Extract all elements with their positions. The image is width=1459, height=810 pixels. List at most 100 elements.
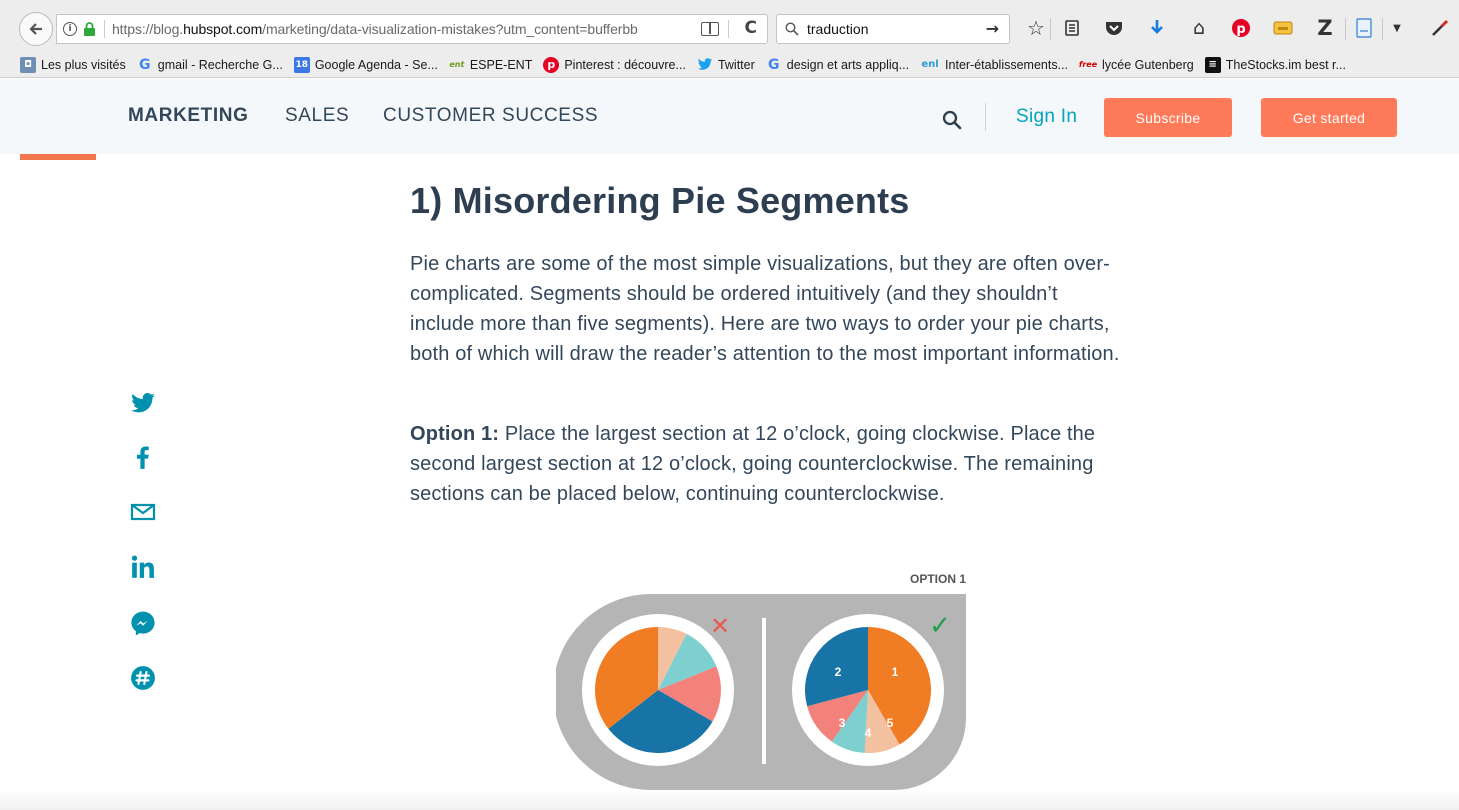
folder-icon: ◘ — [20, 56, 36, 73]
eyedropper-icon[interactable] — [1428, 14, 1452, 42]
bookmark-label: TheStocks.im best r... — [1225, 57, 1346, 72]
segment-label-3: 3 — [839, 716, 846, 730]
google-icon: G — [139, 56, 151, 73]
bookmark-star-icon[interactable]: ☆ — [1024, 14, 1048, 42]
url-bar[interactable]: i https://blog.hubspot.com/marketing/dat… — [56, 14, 768, 44]
site-navigation: MARKETING SALES CUSTOMER SUCCESS — [0, 79, 1459, 154]
nav-marketing[interactable]: MARKETING — [128, 105, 248, 127]
nav-divider — [985, 103, 986, 131]
pinterest-icon: p — [543, 56, 560, 73]
facebook-icon — [136, 446, 149, 469]
bookmark-item[interactable]: ◘ Les plus visités — [20, 56, 126, 73]
wrong-mark-icon: ✕ — [710, 612, 730, 640]
linkedin-share-button[interactable] — [130, 554, 156, 580]
get-started-button[interactable]: Get started — [1261, 98, 1397, 137]
messenger-icon — [131, 611, 155, 636]
option-caption: OPTION 1 — [910, 572, 966, 586]
article-heading: 1) Misordering Pie Segments — [410, 180, 910, 221]
google-icon: G — [768, 56, 780, 73]
email-icon — [130, 503, 156, 521]
bookmark-item[interactable]: ≡ TheStocks.im best r... — [1204, 56, 1346, 73]
subscribe-button[interactable]: Subscribe — [1104, 98, 1232, 137]
bookmark-item[interactable]: ent ESPE-ENT — [449, 57, 533, 73]
site-search-icon[interactable] — [941, 109, 963, 131]
reload-icon[interactable]: C — [745, 18, 757, 38]
bookmark-item[interactable]: enl Inter-établissements... — [920, 57, 1068, 73]
magnifier-icon — [785, 22, 799, 36]
url-text[interactable]: https://blog.hubspot.com/marketing/data-… — [112, 21, 682, 37]
bookmark-label: Les plus visités — [41, 57, 126, 72]
enl-icon: enl — [921, 59, 939, 70]
twitter-share-button[interactable] — [130, 390, 156, 416]
bookmark-label: Pinterest : découvre... — [564, 57, 686, 72]
download-icon[interactable] — [1145, 14, 1169, 42]
option-label: Option 1: — [410, 423, 500, 445]
url-domain: hubspot.com — [183, 21, 263, 37]
email-share-button[interactable] — [130, 499, 156, 525]
slack-icon — [131, 666, 155, 690]
bookmark-item[interactable]: free lycée Gutenberg — [1079, 57, 1194, 73]
bookmarks-toolbar: ◘ Les plus visités Ggmail - Recherche G..… — [0, 52, 1459, 78]
bookmark-item[interactable]: 18 Google Agenda - Se... — [293, 56, 438, 73]
segment-label-2: 2 — [835, 665, 842, 679]
bookmark-label: ESPE-ENT — [469, 57, 533, 72]
svg-text:p: p — [1236, 22, 1245, 37]
toolbar-separator-3 — [1382, 18, 1383, 40]
bookmark-item[interactable]: Gdesign et arts appliq... — [766, 57, 909, 73]
bookmarks-menu-icon[interactable] — [1060, 14, 1084, 42]
pie-ordering-figure: OPTION 1 ✕ ✓ 1 2 3 4 5 — [556, 572, 966, 790]
search-input[interactable] — [807, 21, 982, 37]
url-separator-2 — [728, 20, 729, 38]
linkedin-icon — [131, 555, 154, 578]
back-button[interactable] — [19, 12, 53, 46]
sign-in-link[interactable]: Sign In — [1016, 106, 1077, 128]
option-text: Place the largest section at 12 o’clock,… — [410, 423, 1096, 505]
bookmark-label: Twitter — [717, 57, 755, 72]
pinterest-toolbar-icon[interactable]: p — [1229, 14, 1253, 42]
page-extension-icon[interactable] — [1352, 14, 1376, 42]
segment-label-4: 4 — [865, 726, 872, 740]
search-go-icon[interactable]: → — [986, 19, 999, 38]
dropdown-icon[interactable]: ▼ — [1388, 14, 1406, 42]
right-mark-icon: ✓ — [929, 611, 951, 641]
active-nav-underline — [20, 154, 96, 160]
nav-sales[interactable]: SALES — [285, 105, 349, 127]
reader-view-icon[interactable] — [701, 22, 719, 36]
toolbar-separator-2 — [1345, 18, 1346, 40]
page-bottom-edge — [0, 790, 1459, 810]
bookmark-label: gmail - Recherche G... — [157, 57, 283, 72]
ent-icon: ent — [449, 60, 465, 69]
bookmark-label: Inter-établissements... — [945, 57, 1069, 72]
bookmark-item[interactable]: p Pinterest : découvre... — [543, 56, 686, 73]
slack-share-button[interactable] — [130, 665, 156, 691]
url-path: /marketing/data-visualization-mistakes?u… — [262, 21, 638, 37]
search-bar[interactable]: → — [776, 14, 1010, 44]
bookmark-label: Google Agenda - Se... — [314, 57, 438, 72]
segment-label-1: 1 — [892, 665, 899, 679]
bookmark-item[interactable]: Twitter — [697, 57, 755, 73]
article-paragraph: Pie charts are some of the most simple v… — [410, 253, 1120, 365]
calendar-icon: 18 — [293, 56, 310, 73]
bookmark-label: lycée Gutenberg — [1102, 57, 1194, 72]
extension-icon[interactable] — [1271, 14, 1295, 42]
twitter-icon — [697, 57, 713, 73]
bookmark-label: design et arts appliq... — [786, 57, 910, 72]
thestocks-icon: ≡ — [1204, 56, 1221, 73]
lock-icon — [84, 22, 95, 36]
free-icon: free — [1078, 60, 1098, 69]
messenger-share-button[interactable] — [130, 610, 156, 636]
browser-toolbar: i https://blog.hubspot.com/marketing/dat… — [0, 0, 1459, 56]
info-icon[interactable]: i — [63, 22, 77, 36]
nav-customer-success[interactable]: CUSTOMER SUCCESS — [383, 105, 598, 127]
wrong-pie — [595, 627, 721, 753]
pocket-icon[interactable] — [1102, 14, 1126, 42]
segment-label-5: 5 — [887, 716, 894, 730]
facebook-share-button[interactable] — [130, 444, 156, 470]
option-paragraph: Option 1: Place the largest section at 1… — [410, 419, 1120, 509]
url-separator — [104, 20, 105, 38]
zotero-icon[interactable]: Z — [1313, 14, 1337, 42]
bookmark-item[interactable]: Ggmail - Recherche G... — [137, 57, 283, 73]
toolbar-separator — [1050, 18, 1051, 40]
twitter-icon — [131, 393, 155, 413]
home-icon[interactable]: ⌂ — [1187, 14, 1211, 42]
